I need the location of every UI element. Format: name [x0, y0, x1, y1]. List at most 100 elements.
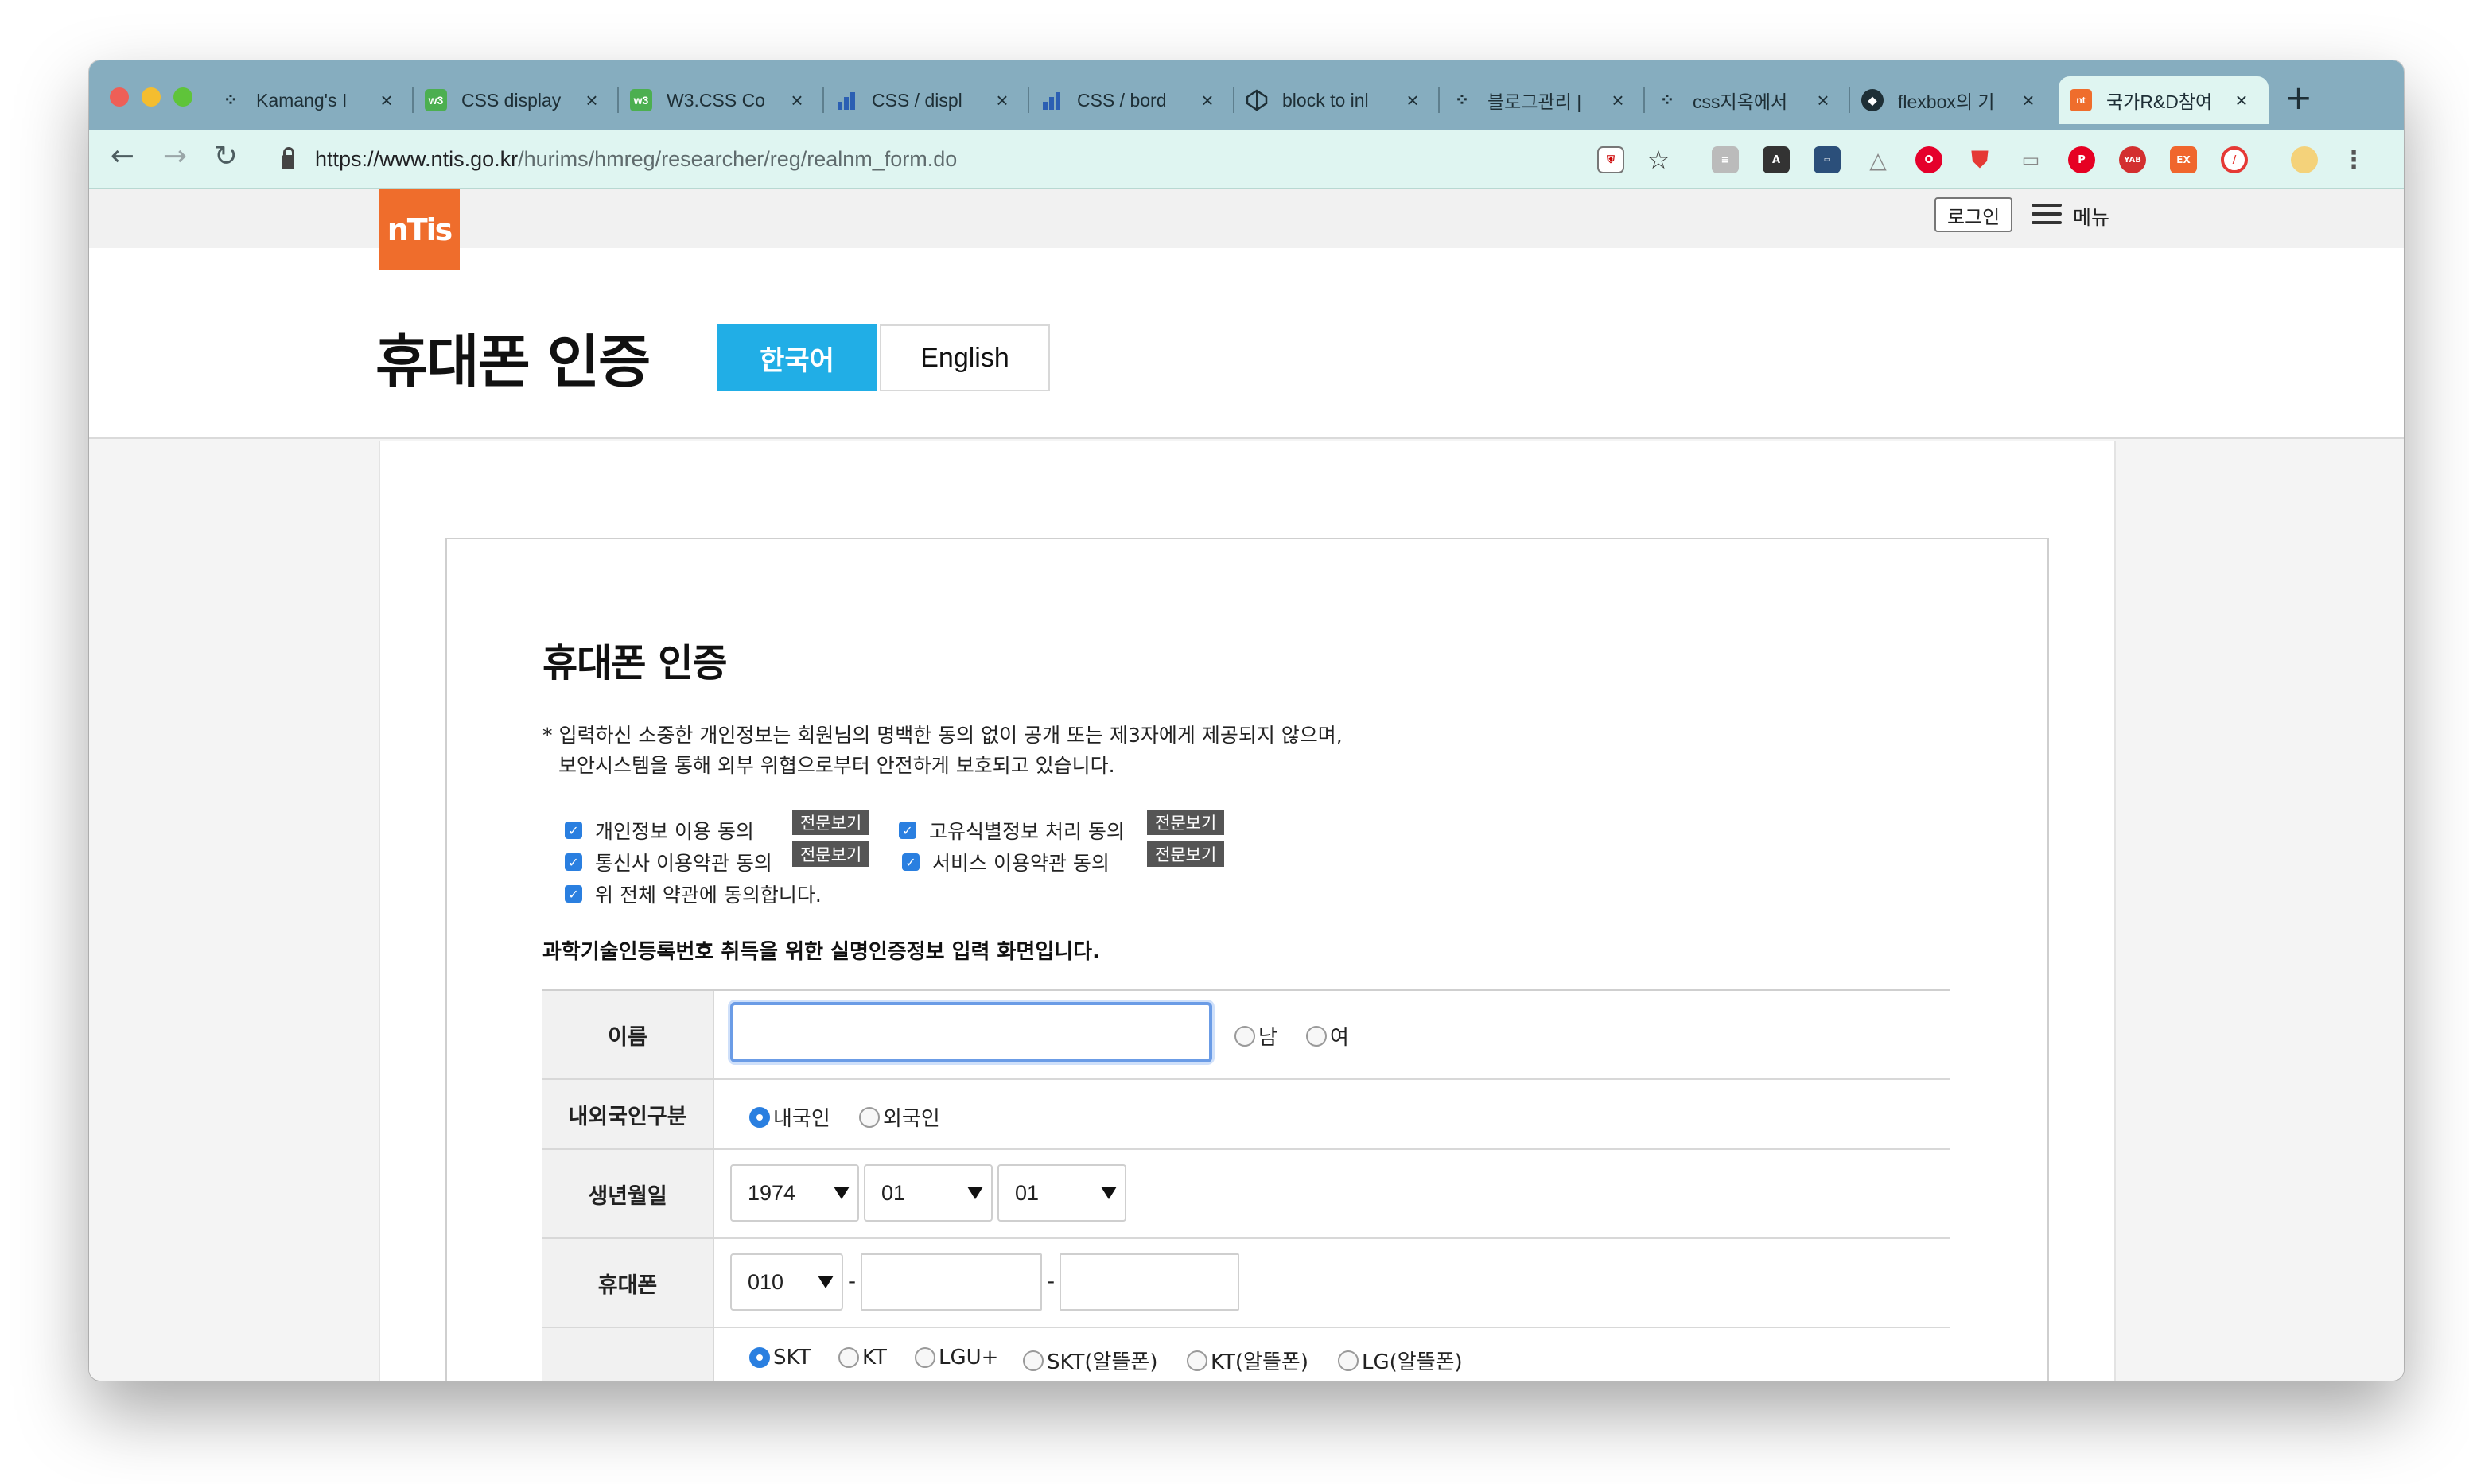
tistory-icon: ⁘ — [1454, 90, 1470, 110]
tab-strip: ⁘ Kamang's I × w3 CSS display × w3 W3.CS… — [89, 60, 2404, 130]
close-icon[interactable]: × — [787, 88, 807, 113]
url-host: https://www.ntis.go.kr — [315, 146, 519, 171]
verification-card: 휴대폰 인증 * 입력하신 소중한 개인정보는 회원님의 명백한 동의 없이 공… — [445, 538, 2049, 1381]
hamburger-menu-icon[interactable] — [2032, 204, 2062, 226]
view-full-privacy-button[interactable]: 전문보기 — [792, 810, 870, 835]
foreign-radio[interactable]: 외국인 — [859, 1102, 940, 1132]
translate-extension-icon[interactable]: ≡ — [1712, 146, 1739, 173]
checkmark-icon: ✓ — [565, 885, 582, 903]
tab-3[interactable]: CSS / displ × — [824, 76, 1029, 124]
close-icon[interactable]: × — [2019, 88, 2038, 113]
close-icon[interactable]: × — [582, 88, 601, 113]
phone-prefix-select[interactable]: 010 — [730, 1253, 843, 1311]
minimize-window-button[interactable] — [142, 87, 161, 107]
new-tab-button[interactable]: + — [2284, 78, 2312, 117]
forward-arrow-icon[interactable]: → — [157, 140, 192, 173]
agree-privacy-checkbox[interactable]: ✓ 개인정보 이용 동의 — [565, 816, 754, 845]
view-full-unique-id-button[interactable]: 전문보기 — [1147, 810, 1225, 835]
tab-1[interactable]: w3 CSS display × — [414, 76, 619, 124]
domestic-radio[interactable]: 내국인 — [749, 1102, 830, 1132]
agree-carrier-checkbox[interactable]: ✓ 통신사 이용약관 동의 — [565, 848, 772, 876]
shield-extension-icon[interactable]: ⛊ — [1966, 146, 1993, 173]
row-phone: 휴대폰 010 - - — [542, 1239, 1950, 1328]
agree-all-checkbox[interactable]: ✓ 위 전체 약관에 동의합니다. — [565, 880, 822, 908]
close-icon[interactable]: × — [2232, 88, 2251, 113]
close-icon[interactable]: × — [377, 88, 396, 113]
birth-day-select[interactable]: 01 — [997, 1164, 1126, 1222]
maximize-window-button[interactable] — [173, 87, 192, 107]
site-header: 휴대폰 인증 한국어 English — [89, 248, 2404, 439]
lock-icon — [282, 147, 294, 169]
birth-month-select[interactable]: 01 — [864, 1164, 993, 1222]
dropdown-arrow-icon — [834, 1187, 850, 1199]
yab-extension-icon[interactable]: YAB — [2119, 146, 2146, 173]
checkmark-icon: ✓ — [899, 822, 916, 839]
carrier-kt-mvno-radio[interactable]: KT(알뜰폰) — [1187, 1346, 1308, 1375]
codepen-icon — [1246, 89, 1268, 111]
view-full-carrier-button[interactable]: 전문보기 — [792, 841, 870, 867]
gender-male-radio[interactable]: 남 — [1234, 1021, 1277, 1051]
w3schools-icon: w3 — [630, 89, 652, 111]
phone-middle-input[interactable] — [861, 1253, 1042, 1311]
security-shield-icon[interactable]: ⛨ — [1597, 146, 1624, 173]
carrier-label — [542, 1328, 714, 1381]
box-extension-icon[interactable]: ▭ — [1814, 146, 1841, 173]
checkmark-icon: ✓ — [565, 853, 582, 871]
menu-label[interactable]: 메뉴 — [2073, 202, 2109, 231]
tab-9-active[interactable]: nt 국가R&D참여 × — [2059, 76, 2269, 124]
avatar[interactable] — [2291, 146, 2318, 173]
font-extension-icon[interactable]: A — [1763, 146, 1790, 173]
pinterest-extension-icon[interactable]: P — [2068, 146, 2095, 173]
more-menu-icon[interactable]: ⋮ — [2340, 146, 2367, 174]
ex-extension-icon[interactable]: EX — [2170, 146, 2197, 173]
agree-unique-id-checkbox[interactable]: ✓ 고유식별정보 처리 동의 — [899, 816, 1125, 845]
birth-year-select[interactable]: 1974 — [730, 1164, 859, 1222]
phone-last-input[interactable] — [1060, 1253, 1239, 1311]
close-icon[interactable]: × — [993, 88, 1012, 113]
tab-0[interactable]: ⁘ Kamang's I × — [208, 76, 414, 124]
lang-english-button[interactable]: English — [880, 324, 1050, 391]
carrier-lg-mvno-radio[interactable]: LG(알뜰폰) — [1338, 1346, 1463, 1375]
tab-4[interactable]: CSS / bord × — [1029, 76, 1234, 124]
agree-service-checkbox[interactable]: ✓ 서비스 이용약관 동의 — [902, 848, 1110, 876]
bird-icon: ◆ — [1861, 89, 1884, 111]
reload-icon[interactable]: ↻ — [208, 140, 243, 173]
tab-2[interactable]: w3 W3.CSS Co × — [619, 76, 824, 124]
close-icon[interactable]: × — [1814, 88, 1833, 113]
page-title: 휴대폰 인증 — [375, 328, 651, 395]
tab-5[interactable]: block to inl × — [1234, 76, 1440, 124]
window-extension-icon[interactable]: ▭ — [2017, 146, 2044, 173]
star-icon[interactable]: ☆ — [1645, 145, 1672, 175]
close-window-button[interactable] — [110, 87, 129, 107]
gender-female-radio[interactable]: 여 — [1306, 1021, 1349, 1051]
drive-extension-icon[interactable]: △ — [1864, 146, 1892, 173]
name-input[interactable] — [730, 1002, 1212, 1062]
close-icon[interactable]: × — [1608, 88, 1627, 113]
login-button[interactable]: 로그인 — [1934, 197, 2013, 232]
url-path: /hurims/hmreg/researcher/reg/realnm_form… — [518, 146, 958, 171]
close-icon[interactable]: × — [1403, 88, 1422, 113]
ntis-logo[interactable]: nTis — [379, 189, 460, 270]
checkmark-icon: ✓ — [565, 822, 582, 839]
carrier-lgu-radio[interactable]: LGU+ — [915, 1346, 998, 1369]
dropdown-arrow-icon — [1101, 1187, 1117, 1199]
carrier-skt-mvno-radio[interactable]: SKT(알뜰폰) — [1023, 1346, 1157, 1375]
row-birth: 생년월일 1974 01 01 — [542, 1150, 1950, 1239]
name-label: 이름 — [542, 991, 714, 1078]
opera-extension-icon[interactable]: O — [1915, 146, 1942, 173]
carrier-skt-radio[interactable]: SKT — [749, 1346, 811, 1369]
tab-6[interactable]: ⁘ 블로그관리 | × — [1440, 76, 1645, 124]
back-arrow-icon[interactable]: ← — [105, 140, 140, 173]
lang-korean-button[interactable]: 한국어 — [717, 324, 877, 391]
tab-8[interactable]: ◆ flexbox의 기 × — [1850, 76, 2055, 124]
web-page: 휴대폰 인증 한국어 English nTis 로그인 메뉴 휴대폰 인증 * … — [89, 189, 2404, 1381]
browser-window: ⁘ Kamang's I × w3 CSS display × w3 W3.CS… — [89, 60, 2404, 1381]
carrier-kt-radio[interactable]: KT — [838, 1346, 887, 1369]
view-full-service-button[interactable]: 전문보기 — [1147, 841, 1225, 867]
block-extension-icon[interactable]: / — [2221, 146, 2248, 173]
row-name: 이름 남 여 — [542, 991, 1950, 1080]
dropdown-arrow-icon — [818, 1276, 834, 1288]
address-bar[interactable]: https://www.ntis.go.kr/hurims/hmreg/rese… — [266, 137, 1713, 181]
close-icon[interactable]: × — [1198, 88, 1217, 113]
tab-7[interactable]: ⁘ css지옥에서 × — [1645, 76, 1850, 124]
